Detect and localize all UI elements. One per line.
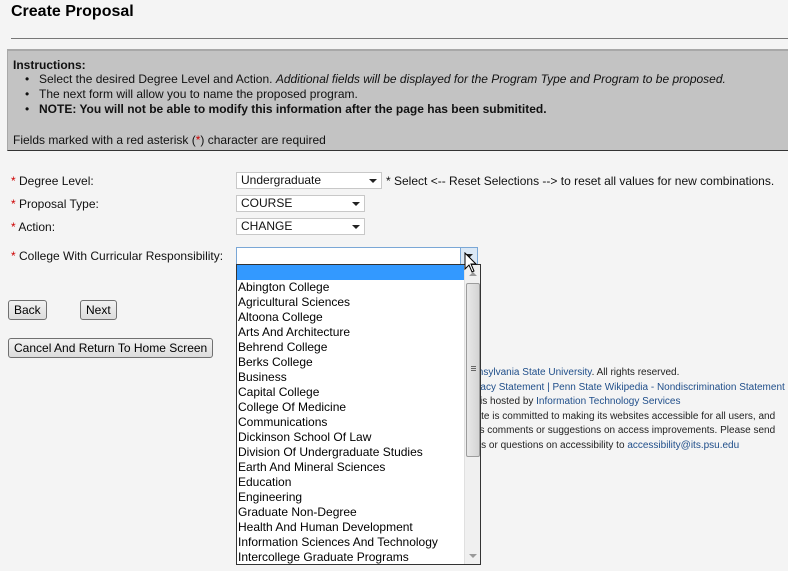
instruction-note: NOTE: You will not be able to modify thi… (39, 102, 547, 116)
selected-value: COURSE (241, 196, 293, 210)
note-suffix: ) character are required (200, 133, 326, 147)
proposal-type-label: * Proposal Type: (11, 197, 99, 211)
footer-links: Web Privacy Statement | Penn State Wikip… (440, 381, 785, 396)
its-link[interactable]: Information Technology Services (536, 396, 680, 407)
college-option[interactable]: Graduate Non-Degree (237, 505, 465, 520)
footer-text: . All rights reserved. (591, 367, 680, 378)
college-option[interactable]: Division Of Undergraduate Studies (237, 445, 465, 460)
label-text: College With Curricular Responsibility: (15, 249, 224, 263)
label-text: Degree Level: (15, 174, 94, 188)
college-option[interactable]: Abington College (237, 280, 465, 295)
footer-hosted: This site is hosted by Information Techn… (440, 395, 785, 410)
college-option[interactable]: Education (237, 475, 465, 490)
accessibility-email-link[interactable]: accessibility@its.psu.edu (627, 440, 739, 451)
scroll-thumb[interactable] (466, 283, 480, 457)
reset-hint: * Select <-- Reset Selections --> to res… (386, 174, 775, 188)
instruction-text: Select the desired Degree Level and Acti… (39, 72, 276, 86)
required-fields-note: Fields marked with a red asterisk (*) ch… (13, 133, 326, 147)
college-option[interactable]: Business (237, 370, 465, 385)
action-label: * Action: (11, 220, 55, 234)
action-select[interactable]: CHANGE (236, 218, 365, 235)
label-text: Action: (15, 220, 56, 234)
next-button[interactable]: Next (80, 300, 117, 320)
instruction-item: Select the desired Degree Level and Acti… (13, 72, 726, 87)
cancel-return-home-button[interactable]: Cancel And Return To Home Screen (8, 338, 214, 358)
instructions-list: Select the desired Degree Level and Acti… (13, 72, 726, 117)
selected-value: CHANGE (241, 219, 293, 233)
college-dropdown-list[interactable]: Abington College Agricultural Sciences Alt… (236, 264, 481, 565)
college-label: * College With Curricular Responsibility… (11, 249, 223, 263)
college-option[interactable] (237, 265, 465, 280)
college-select[interactable] (236, 247, 478, 265)
instructions-heading: Instructions: (13, 58, 86, 72)
college-option[interactable]: Earth And Mineral Sciences (237, 460, 465, 475)
selected-value: Undergraduate (241, 173, 322, 187)
footer-accessibility-2: welcomes comments or suggestions on acce… (440, 425, 776, 436)
grip-icon (471, 366, 476, 367)
footer-copyright: The Pennsylvania State University. All r… (440, 366, 785, 381)
degree-level-label: * Degree Level: (11, 174, 94, 188)
page-title: Create Proposal (11, 3, 134, 20)
chevron-down-icon (352, 225, 360, 229)
college-option[interactable]: College Of Medicine (237, 400, 465, 415)
dropdown-scrollbar[interactable] (464, 265, 480, 564)
college-option[interactable]: Capital College (237, 385, 465, 400)
label-text: Proposal Type: (15, 197, 99, 211)
college-option[interactable]: Altoona College (237, 310, 465, 325)
college-options: Abington College Agricultural Sciences Alt… (237, 265, 465, 564)
degree-level-select[interactable]: Undergraduate (236, 172, 382, 189)
college-option[interactable]: Arts And Architecture (237, 325, 465, 340)
nondiscrimination-link[interactable]: Web Privacy Statement | Penn State Wikip… (440, 382, 785, 393)
college-option[interactable]: Behrend College (237, 340, 465, 355)
instructions-panel: Instructions: Select the desired Degree … (7, 49, 788, 151)
scroll-down-arrow-icon[interactable] (465, 547, 480, 564)
college-option[interactable]: Information Sciences And Technology (237, 535, 465, 550)
college-option[interactable]: Intercollege Graduate Programs (237, 550, 465, 564)
note-prefix: Fields marked with a red asterisk ( (13, 133, 196, 147)
college-option[interactable]: Communications (237, 415, 465, 430)
footer-accessibility-3: comments or questions on accessibility t… (440, 439, 785, 454)
instruction-item: The next form will allow you to name the… (13, 87, 726, 102)
college-option[interactable]: Health And Human Development (237, 520, 465, 535)
college-option[interactable]: Agricultural Sciences (237, 295, 465, 310)
instruction-item: NOTE: You will not be able to modify thi… (13, 102, 726, 117)
title-divider (11, 38, 788, 39)
mouse-pointer-icon (464, 252, 478, 273)
back-button[interactable]: Back (8, 300, 47, 320)
chevron-down-icon (369, 179, 377, 183)
instruction-italic-text: Additional fields will be displayed for … (275, 72, 726, 86)
footer: The Pennsylvania State University. All r… (440, 366, 785, 453)
instruction-text: The next form will allow you to name the… (39, 87, 358, 101)
college-option[interactable]: Dickinson School Of Law (237, 430, 465, 445)
college-option[interactable]: Engineering (237, 490, 465, 505)
college-option[interactable]: Berks College (237, 355, 465, 370)
chevron-down-icon (352, 202, 360, 206)
proposal-type-select[interactable]: COURSE (236, 195, 365, 212)
footer-accessibility-1: Penn State is committed to making its we… (440, 410, 776, 422)
